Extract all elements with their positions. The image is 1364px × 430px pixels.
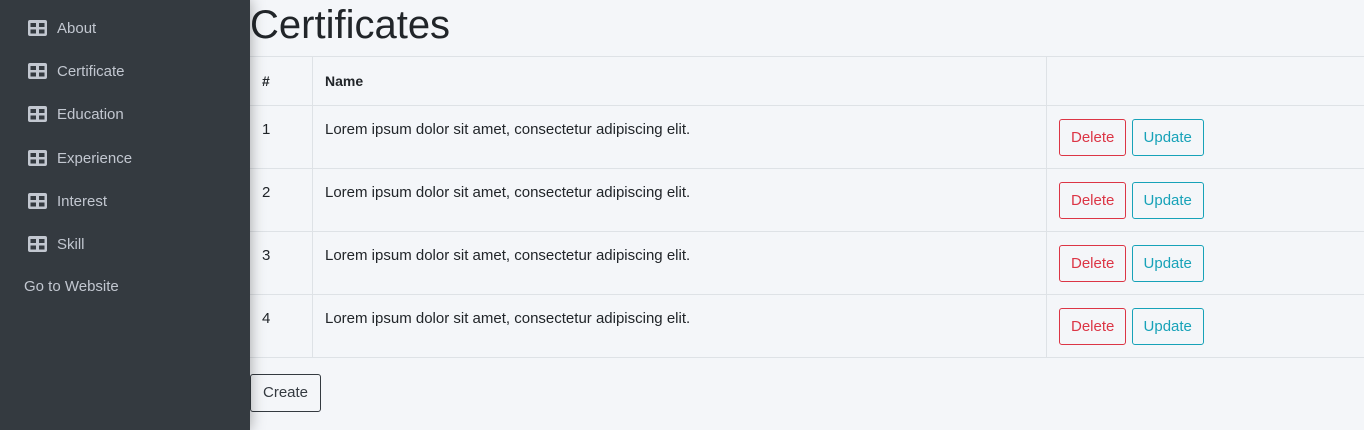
row-number: 1 — [250, 105, 313, 169]
sidebar-item-about[interactable]: About — [28, 17, 96, 39]
row-number: 4 — [250, 294, 313, 358]
table-row: 2 Lorem ipsum dolor sit amet, consectetu… — [250, 168, 1364, 232]
row-number: 3 — [250, 231, 313, 295]
go-to-website-link[interactable]: Go to Website — [24, 276, 119, 298]
sidebar-item-certificate[interactable]: Certificate — [28, 60, 125, 82]
row-actions: Delete Update — [1046, 294, 1364, 358]
sidebar-item-label: Experience — [57, 149, 133, 167]
update-button[interactable]: Update — [1131, 118, 1204, 156]
table-icon — [28, 20, 47, 36]
delete-button[interactable]: Delete — [1059, 181, 1127, 219]
table-row: 1 Lorem ipsum dolor sit amet, consectetu… — [250, 105, 1364, 169]
table-icon — [28, 106, 47, 122]
sidebar-item-interest[interactable]: Interest — [28, 190, 107, 212]
certificate-name: Lorem ipsum dolor sit amet, consectetur … — [312, 294, 1047, 358]
delete-button[interactable]: Delete — [1059, 307, 1127, 345]
main-content: Certificates # Name 1 Lorem ipsum dolor … — [250, 0, 1364, 430]
sidebar-item-education[interactable]: Education — [28, 103, 124, 125]
certificate-name: Lorem ipsum dolor sit amet, consectetur … — [312, 168, 1047, 232]
sidebar-item-skill[interactable]: Skill — [28, 233, 85, 255]
sidebar-item-experience[interactable]: Experience — [28, 147, 132, 169]
page-title: Certificates — [250, 3, 451, 47]
update-button[interactable]: Update — [1131, 181, 1204, 219]
delete-button[interactable]: Delete — [1059, 244, 1127, 282]
update-button[interactable]: Update — [1131, 244, 1204, 282]
delete-button[interactable]: Delete — [1059, 118, 1127, 156]
update-button[interactable]: Update — [1131, 307, 1204, 345]
column-header-name: Name — [312, 56, 1047, 106]
table-row: 3 Lorem ipsum dolor sit amet, consectetu… — [250, 231, 1364, 295]
certificate-name: Lorem ipsum dolor sit amet, consectetur … — [312, 105, 1047, 169]
row-actions: Delete Update — [1046, 168, 1364, 232]
row-actions: Delete Update — [1046, 231, 1364, 295]
row-actions: Delete Update — [1046, 105, 1364, 169]
table-icon — [28, 193, 47, 209]
sidebar: About Certificate Education Experience I… — [0, 0, 250, 430]
column-header-num: # — [250, 56, 313, 106]
table-row: 4 Lorem ipsum dolor sit amet, consectetu… — [250, 294, 1364, 358]
column-header-actions — [1046, 56, 1364, 106]
sidebar-item-label: About — [57, 19, 97, 37]
create-button[interactable]: Create — [250, 374, 322, 412]
certificate-name: Lorem ipsum dolor sit amet, consectetur … — [312, 231, 1047, 295]
sidebar-item-label: Interest — [57, 192, 108, 210]
sidebar-item-label: Education — [57, 105, 124, 123]
sidebar-item-label: Certificate — [57, 62, 125, 80]
table-header-row: # Name — [250, 56, 1364, 106]
row-number: 2 — [250, 168, 313, 232]
table-icon — [28, 236, 47, 252]
table-icon — [28, 150, 47, 166]
sidebar-item-label: Skill — [57, 235, 85, 253]
table-icon — [28, 63, 47, 79]
certificates-table: # Name 1 Lorem ipsum dolor sit amet, con… — [250, 56, 1364, 358]
